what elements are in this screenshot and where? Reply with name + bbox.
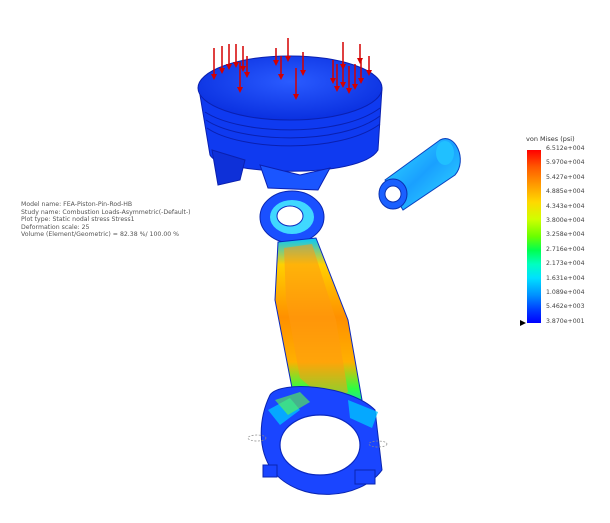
color-scale-bar: [527, 150, 541, 323]
piston-pin: [378, 138, 461, 211]
legend-tick-label: 5.462e+003: [546, 303, 585, 311]
volume-text: Volume (Element/Geometric) = 82.38 %/ 10…: [21, 231, 180, 239]
legend-tick-label: 2.716e+004: [546, 245, 585, 253]
legend-tick-label: 4.885e+004: [546, 188, 585, 196]
legend-tick-label: 6.512e+004: [546, 145, 585, 152]
legend-tick-label: 3.800e+004: [546, 217, 585, 224]
legend-tick-label: 5.427e+004: [546, 173, 585, 181]
legend-tick-label: 1.631e+004: [546, 274, 585, 282]
deformation-scale-text: Deformation scale: 25: [21, 223, 90, 231]
legend-tick-label: 3.258e+004: [546, 231, 585, 239]
connecting-rod: [259, 190, 383, 495]
legend-tick-label: 1.089e+004: [546, 289, 585, 296]
model-name-text: Model name: FEA-Piston-Pin-Rod-HB: [21, 201, 133, 208]
legend-tick-label: 5.970e+004: [546, 159, 585, 167]
model-info-panel: Model name: FEA-Piston-Pin-Rod-HB Study …: [21, 201, 191, 239]
legend-tick-label: 2.173e+004: [546, 260, 585, 268]
legend-title: von Mises (psi): [526, 135, 575, 143]
legend-pointer-icon[interactable]: [520, 320, 526, 326]
study-name-text: Study name: Combustion Loads-Asymmetric(…: [21, 208, 191, 216]
legend-tick-label: 4.343e+004: [546, 202, 585, 210]
legend-tick-label: 3.870e+001: [546, 317, 585, 325]
fea-viewport[interactable]: [0, 0, 610, 523]
plot-type-text: Plot type: Static nodal stress Stress1: [21, 216, 135, 224]
load-arrow-head: [357, 58, 363, 64]
